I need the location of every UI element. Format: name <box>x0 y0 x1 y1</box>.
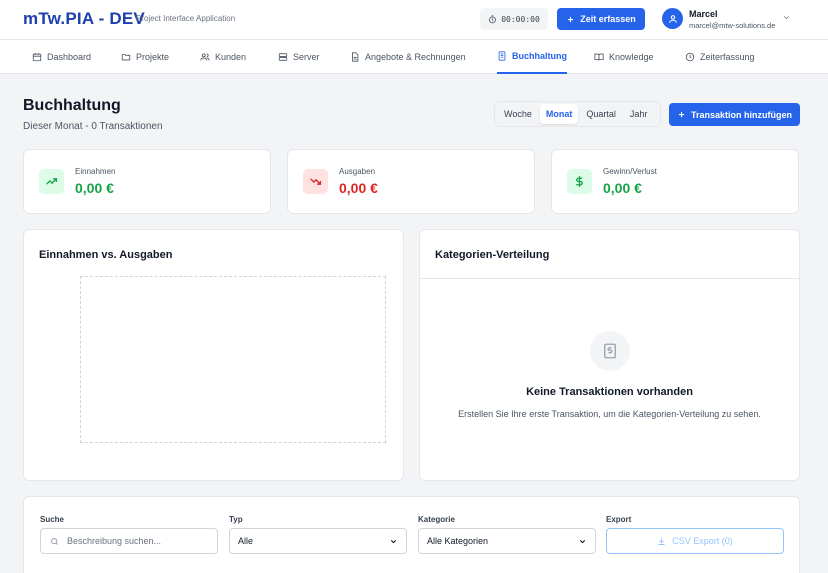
category-select[interactable]: Alle Kategorien <box>418 528 596 554</box>
income-vs-expense-card: Einnahmen vs. Ausgaben <box>23 229 404 481</box>
nav-label: Buchhaltung <box>512 51 567 61</box>
users-icon <box>200 53 210 61</box>
category-label: Kategorie <box>418 515 455 524</box>
dollar-icon <box>576 176 583 187</box>
nav-label: Kunden <box>215 52 247 62</box>
stat-card-gewinn-verlust: Gewinn/Verlust 0,00 € <box>551 149 799 214</box>
document-icon <box>352 52 359 62</box>
server-icon <box>278 53 288 61</box>
period-jahr[interactable]: Jahr <box>624 104 654 124</box>
nav-label: Projekte <box>136 52 170 62</box>
nav-label: Zeiterfassung <box>700 52 755 62</box>
user-avatar[interactable] <box>662 8 683 29</box>
nav-knowledge[interactable]: Knowledge <box>594 40 654 74</box>
stat-icon-wrapper <box>39 169 64 194</box>
nav-buchhaltung[interactable]: Buchhaltung <box>497 40 567 74</box>
period-woche[interactable]: Woche <box>498 104 538 124</box>
page-subtitle: Dieser Monat - 0 Transaktionen <box>23 121 163 132</box>
chart-placeholder-area <box>80 276 386 443</box>
stat-icon-wrapper <box>567 169 592 194</box>
stat-label: Gewinn/Verlust <box>603 167 657 176</box>
category-distribution-card: Kategorien-Verteilung Keine Transaktione… <box>419 229 800 481</box>
nav-label: Dashboard <box>47 52 92 62</box>
card-title: Kategorien-Verteilung <box>435 249 550 261</box>
export-label: Export <box>606 515 632 524</box>
csv-export-button[interactable]: CSV Export (0) <box>606 528 784 554</box>
chevron-down-icon[interactable] <box>782 13 791 22</box>
category-select-value: Alle Kategorien <box>427 536 489 546</box>
period-monat[interactable]: Monat <box>539 104 579 124</box>
zeit-erfassen-label: Zeit erfassen <box>580 14 636 24</box>
nav-zeiterfassung[interactable]: Zeiterfassung <box>685 40 755 74</box>
calendar-icon <box>32 53 42 62</box>
nav-server[interactable]: Server <box>278 40 320 74</box>
user-icon <box>668 14 677 23</box>
nav-projekte[interactable]: Projekte <box>121 40 169 74</box>
add-transaction-button[interactable]: Transaktion hinzufügen <box>669 103 800 126</box>
stat-value: 0,00 € <box>75 180 114 196</box>
trending-up-icon <box>46 178 58 185</box>
book-icon <box>594 53 604 61</box>
empty-state-title: Keine Transaktionen vorhanden <box>526 386 693 398</box>
stat-value: 0,00 € <box>603 180 642 196</box>
search-input[interactable]: Beschreibung suchen... <box>40 528 218 554</box>
receipt-dollar-icon <box>604 343 616 359</box>
timer-display[interactable]: 00:00:00 <box>480 8 548 30</box>
chevron-down-icon <box>390 539 397 543</box>
search-label: Suche <box>40 515 65 524</box>
app-subtitle: Project Interface Application <box>136 14 236 23</box>
search-icon <box>51 537 58 545</box>
stopwatch-icon <box>489 14 497 23</box>
plus-icon <box>678 111 685 118</box>
app-brand[interactable]: mTw.PIA - DEV <box>23 9 145 29</box>
stat-icon-wrapper <box>303 169 328 194</box>
main-nav: Dashboard Projekte Kunden Server Angebot… <box>0 40 828 74</box>
clock-icon <box>685 52 695 62</box>
plus-icon <box>568 16 574 22</box>
nav-label: Server <box>293 52 320 62</box>
stat-label: Ausgaben <box>339 167 376 176</box>
period-quartal[interactable]: Quartal <box>580 104 622 124</box>
nav-label: Knowledge <box>609 52 654 62</box>
trending-down-icon <box>310 178 322 185</box>
type-label: Typ <box>229 515 243 524</box>
stat-label: Einnahmen <box>75 167 116 176</box>
csv-export-label: CSV Export (0) <box>672 536 733 546</box>
nav-dashboard[interactable]: Dashboard <box>32 40 91 74</box>
stat-value: 0,00 € <box>339 180 378 196</box>
stat-card-ausgaben: Ausgaben 0,00 € <box>287 149 535 214</box>
chevron-down-icon <box>579 539 586 543</box>
download-icon <box>658 537 665 545</box>
type-select-value: Alle <box>238 536 254 546</box>
folder-icon <box>121 54 131 61</box>
user-name[interactable]: Marcel <box>689 9 718 19</box>
timer-value: 00:00:00 <box>501 14 540 24</box>
receipt-icon <box>498 51 506 61</box>
period-selector: Woche Monat Quartal Jahr <box>494 101 661 127</box>
user-email: marcel@mtw-solutions.de <box>689 21 776 30</box>
stat-card-einnahmen: Einnahmen 0,00 € <box>23 149 271 214</box>
page-title: Buchhaltung <box>23 97 121 114</box>
nav-kunden[interactable]: Kunden <box>200 40 246 74</box>
top-header: mTw.PIA - DEV Project Interface Applicat… <box>0 0 828 40</box>
filter-card: Suche Beschreibung suchen... Typ Alle Ka… <box>23 496 800 573</box>
nav-angebote-rechnungen[interactable]: Angebote & Rechnungen <box>350 40 466 74</box>
card-divider <box>420 278 799 279</box>
search-placeholder: Beschreibung suchen... <box>67 536 162 546</box>
empty-state-icon-wrapper <box>590 331 630 371</box>
nav-label: Angebote & Rechnungen <box>365 52 466 62</box>
zeit-erfassen-button[interactable]: Zeit erfassen <box>557 8 645 30</box>
add-transaction-label: Transaktion hinzufügen <box>690 109 792 120</box>
card-title: Einnahmen vs. Ausgaben <box>39 249 173 261</box>
type-select[interactable]: Alle <box>229 528 407 554</box>
empty-state-text: Erstellen Sie Ihre erste Transaktion, um… <box>458 409 761 419</box>
